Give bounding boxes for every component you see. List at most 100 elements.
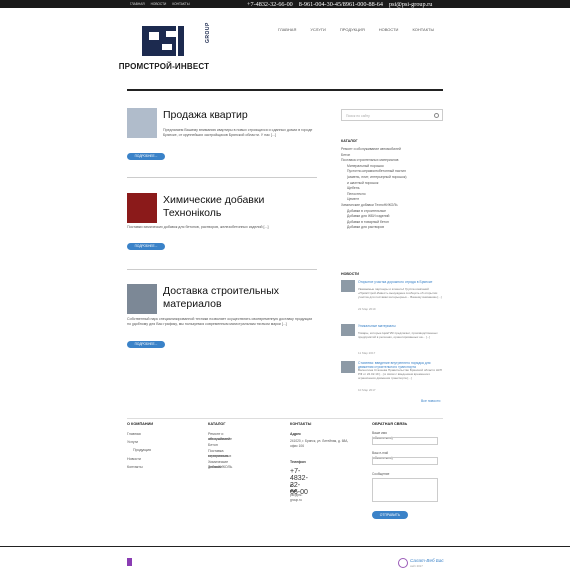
post-more-button[interactable]: ПОДРОБНЕЕ... [127,243,165,250]
developer-credit[interactable]: Салат-Веб Бас сайт 2017 [398,558,444,568]
post-thumbnail[interactable] [127,108,157,138]
developer-name: Салат-Веб Бас [410,558,444,563]
top-email[interactable]: psi@psi-group.ru [389,1,432,8]
message-label: Сообщение [372,472,390,476]
catalog-item[interactable]: Цемент [347,197,359,201]
post-title[interactable]: Химические добавки Техноніколь [163,194,313,219]
news-date: 11 Мар 2017 [358,351,376,355]
catalog-item[interactable]: Добавки для растворов [347,225,384,229]
news-title[interactable]: Уникальные материалы [358,324,442,328]
catalog-item[interactable]: Бетон [341,153,350,157]
catalog-item[interactable]: Пустотно-керамзитобетонный настил [347,169,406,173]
developer-logo-icon [398,558,408,568]
top-phone[interactable]: +7-4832-32-66-00 [247,1,293,8]
post-thumbnail[interactable] [127,193,157,223]
catalog-title: КАТАЛОГ [341,139,358,143]
message-field[interactable] [372,478,438,502]
post-separator [127,177,317,178]
news-item: Стахеева: введение внутреннего порядка д… [341,361,443,395]
search-placeholder: Поиск по сайту [346,113,370,118]
address-label: Адрес [290,432,302,436]
post-title[interactable]: Продажа квартир [163,109,313,122]
top-nav-news[interactable]: НОВОСТИ [151,2,167,6]
news-item: Открытие участка дорожного отряда в Брян… [341,280,443,314]
catalog-item[interactable]: Добавки в строительные [347,209,386,213]
site-logo[interactable]: GROUP ПРОМСТРОЙ-ИНВЕСТ [118,22,211,78]
top-nav-home[interactable]: ГЛАВНАЯ [130,2,145,6]
search-icon[interactable] [434,113,439,118]
footer-about-title: О КОМПАНИИ [127,422,154,426]
name-field[interactable] [372,437,438,445]
news-title: НОВОСТИ [341,272,359,276]
nav-contacts[interactable]: КОНТАКТЫ [412,27,434,32]
footer-link[interactable]: Главная [127,432,141,437]
news-description: Валентина Стахеева Правительство Брянско… [358,368,442,380]
search-input[interactable]: Поиск по сайту [341,109,443,121]
post-title[interactable]: Доставка строительных материалов [163,285,313,310]
footer-email[interactable]: psi@psi-group.ru [290,493,302,502]
catalog-item[interactable]: Минеральный порошок [347,164,384,168]
catalog-item[interactable]: Добавки для ЖБИ изделий [347,214,389,218]
news-date: 22 Мар 2019 [358,307,376,311]
footer-link[interactable]: ТехноНИКОЛЬ [208,465,232,470]
developer-sub: сайт 2017 [410,564,423,568]
post-description: Собственный парк специализированной техн… [127,317,313,326]
post-description: Поставки химических добавок для бетонов,… [127,225,269,229]
news-thumbnail[interactable] [341,280,355,292]
catalog-item[interactable]: Щебень [347,186,359,190]
catalog-item[interactable]: и шахтный порошок [347,181,378,185]
nav-products[interactable]: ПРОДУКЦИЯ [340,27,365,32]
send-button[interactable]: ОТПРАВИТЬ [372,511,408,519]
catalog-item[interactable]: Поставка строительных материалов [341,158,398,162]
phone-label: Телефон [290,460,306,464]
post-apartments: Продажа квартир Предлагаем Вашему вниман… [127,108,317,178]
header-divider [127,89,443,91]
post-chemical-additives: Химические добавки Техноніколь Поставки … [127,193,317,273]
news-thumbnail[interactable] [341,361,355,373]
footer-link[interactable]: автомобилей [208,437,230,442]
address-value: 241020, г. Брянск, ул. Литейная, д. 68А,… [290,439,349,448]
logo-group-text: GROUP [205,22,211,43]
top-phone-mobile[interactable]: 8-961-004-30-45/8961-000-88-64 [299,1,383,8]
post-delivery: Доставка строительных материалов Собстве… [127,284,317,354]
news-description: Товары, которые ЦемГИК предлагает, произ… [358,331,438,339]
post-more-button[interactable]: ПОДРОБНЕЕ... [127,341,165,348]
news-item: Уникальные материалы Товары, которые ЦемГ… [341,324,443,358]
footer-catalog-title: КАТАЛОГ [208,422,226,426]
footer-link[interactable]: Продукция [133,448,151,453]
catalog-item[interactable]: Пеностекло [347,192,366,196]
news-title[interactable]: Открытие участка дорожного отряда в Брян… [358,280,442,284]
top-nav: ГЛАВНАЯ НОВОСТИ КОНТАКТЫ [130,2,190,6]
news-description: Уважаемые партнеры и клиенты! Группа ком… [358,287,442,299]
email-field[interactable] [372,457,438,465]
footer-link[interactable]: Бетон [208,443,218,448]
footer-link[interactable]: Новости [127,457,141,462]
footer-divider [127,418,443,419]
top-bar: ГЛАВНАЯ НОВОСТИ КОНТАКТЫ +7-4832-32-66-0… [0,0,570,8]
logo-mark: GROUP [142,22,211,56]
post-thumbnail[interactable] [127,284,157,314]
news-date: 10 Мар 2017 [358,388,376,392]
nav-home[interactable]: ГЛАВНАЯ [278,27,296,32]
footer-link[interactable]: Контакты [127,465,143,470]
news-thumbnail[interactable] [341,324,355,336]
catalog-item[interactable]: Химические добавки ТехноНИКОЛЬ [341,203,398,207]
counter-badge[interactable] [127,558,132,566]
feedback-title: ОБРАТНАЯ СВЯЗЬ [372,422,408,426]
post-more-button[interactable]: ПОДРОБНЕЕ... [127,153,165,160]
footer-link[interactable]: материалов [208,454,228,459]
all-news-link[interactable]: Все новости [421,399,440,403]
nav-services[interactable]: УСЛУГИ [310,27,326,32]
top-nav-contacts[interactable]: КОНТАКТЫ [172,2,189,6]
logo-brand-text: ПРОМСТРОЙ-ИНВЕСТ [118,62,210,71]
catalog-item[interactable]: Ремонт и обслуживание автомобилей [341,147,401,151]
footer-contacts-title: КОНТАКТЫ [290,422,312,426]
post-separator [127,269,317,270]
top-contacts: +7-4832-32-66-00 8-961-004-30-45/8961-00… [247,1,432,8]
catalog-item[interactable]: (камень, плит, интерьерный порошок) [347,175,407,179]
nav-news[interactable]: НОВОСТИ [379,27,399,32]
footer-link[interactable]: Услуги [127,440,138,445]
post-description: Предлагаем Вашему вниманию квартиры в но… [163,128,313,137]
catalog-item[interactable]: Добавки в товарный бетон [347,220,389,224]
footer-bottom-rule [0,546,570,548]
